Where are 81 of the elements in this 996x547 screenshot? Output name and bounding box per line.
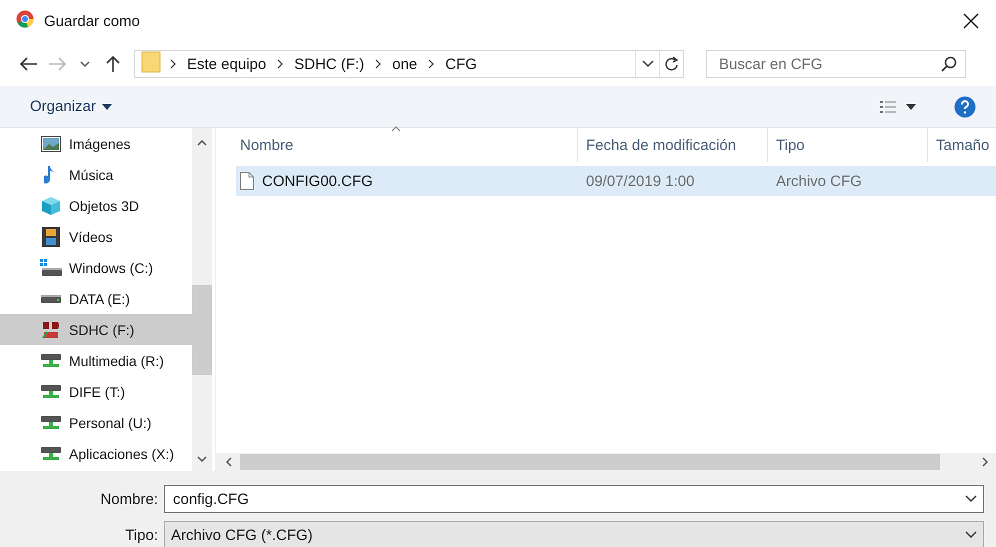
- dropdown-triangle-icon: [102, 104, 112, 110]
- chevron-icon: [276, 59, 284, 69]
- network-drive-icon: [41, 384, 61, 398]
- scrollbar-thumb[interactable]: [192, 285, 212, 375]
- close-icon: [963, 13, 979, 29]
- list-view-icon: [880, 100, 896, 114]
- sidebar-item[interactable]: Aplicaciones (X:): [0, 438, 192, 469]
- sidebar-item-label: Objetos 3D: [69, 198, 140, 214]
- sidebar-item[interactable]: DIFE (T:): [0, 376, 192, 407]
- file-type: Archivo CFG: [776, 172, 863, 190]
- chevron-right-icon: [982, 457, 988, 467]
- search-field[interactable]: Buscar en CFG: [706, 50, 966, 78]
- back-arrow-icon: [20, 57, 38, 71]
- column-header[interactable]: Fecha de modificación: [578, 128, 768, 162]
- sidebar-item[interactable]: Multimedia (R:): [0, 345, 192, 376]
- sidebar-item-label: Aplicaciones (X:): [69, 446, 174, 462]
- column-header[interactable]: Tamaño: [928, 128, 996, 162]
- sidebar-item-label: Música: [69, 166, 114, 182]
- organize-button[interactable]: Organizar: [22, 94, 120, 119]
- sidebar-item-label: Windows (C:): [69, 260, 154, 276]
- sidebar-item[interactable]: Música: [0, 159, 192, 190]
- chevron-icon: [374, 59, 382, 69]
- chevron-icon: [169, 59, 177, 69]
- scrollbar-thumb[interactable]: [240, 454, 940, 470]
- drive-icon: [41, 294, 61, 302]
- sidebar-item-label: Personal (U:): [69, 414, 152, 430]
- field-label: Tipo:: [125, 526, 159, 544]
- folder-icon: [141, 51, 161, 73]
- modified-date: 09/07/2019 1:00: [586, 172, 696, 190]
- chevron-down-icon: [80, 60, 90, 68]
- chevron-icon: [427, 59, 436, 69]
- dropdown-triangle-icon: [906, 104, 916, 110]
- network-drive-icon: [41, 354, 61, 368]
- browser-logo-icon: [16, 10, 34, 28]
- chevron-up-icon: [197, 140, 207, 146]
- sd-card-icon: [41, 320, 61, 340]
- forward-arrow-icon: [48, 57, 66, 71]
- sidebar-item-label: Multimedia (R:): [69, 352, 164, 368]
- column-header[interactable]: Tipo: [768, 128, 928, 162]
- search-icon: [941, 56, 957, 72]
- sidebar-item[interactable]: Objetos 3D: [0, 190, 192, 221]
- network-drive-icon: [41, 416, 61, 430]
- sidebar-item-label: SDHC (F:): [69, 322, 134, 338]
- windows-drive-icon: [40, 258, 62, 276]
- column-header[interactable]: Nombre: [232, 128, 578, 162]
- help-icon: [954, 96, 976, 118]
- file-name-field[interactable]: config.CFG: [164, 485, 984, 513]
- chevron-down-icon: [965, 531, 977, 539]
- up-arrow-icon: [106, 55, 120, 73]
- chevron-down-icon: [965, 495, 977, 503]
- breadcrumb[interactable]: SDHC (F:): [292, 56, 366, 72]
- sidebar-item-label: Vídeos: [69, 228, 113, 244]
- sidebar-item-label: DIFE (T:): [69, 384, 125, 400]
- refresh-icon: [664, 56, 678, 72]
- sidebar-item-label: Imágenes: [69, 136, 130, 152]
- field-label: Nombre:: [100, 490, 159, 508]
- file-icon: [240, 172, 254, 190]
- picture-frame-icon: [41, 136, 61, 152]
- file-name: CONFIG00.CFG: [262, 172, 373, 190]
- sidebar-item[interactable]: Vídeos: [0, 221, 192, 252]
- sidebar-item[interactable]: DATA (E:): [0, 283, 192, 314]
- window-title: Guardar como: [44, 12, 141, 30]
- chevron-down-icon: [197, 456, 207, 462]
- sidebar-item-label: DATA (E:): [69, 290, 130, 306]
- file-type-dropdown[interactable]: Archivo CFG (*.CFG): [164, 521, 984, 547]
- file-row[interactable]: CONFIG00.CFG 09/07/2019 1:00 Archivo CFG: [236, 166, 996, 196]
- breadcrumb[interactable]: Este equipo: [185, 56, 268, 72]
- sidebar-item[interactable]: SDHC (F:): [0, 314, 192, 345]
- film-strip-icon: [42, 226, 60, 246]
- chevron-left-icon: [226, 457, 232, 467]
- sidebar-item[interactable]: Personal (U:): [0, 407, 192, 438]
- sidebar-item[interactable]: Imágenes: [0, 128, 192, 159]
- breadcrumb[interactable]: CFG: [443, 56, 479, 72]
- network-drive-icon: [41, 446, 61, 460]
- help-button[interactable]: [954, 94, 976, 118]
- sidebar-item[interactable]: Windows (C:): [0, 252, 192, 283]
- chevron-down-icon: [642, 60, 654, 68]
- file-name-input[interactable]: config.CFG: [171, 490, 965, 508]
- search-input[interactable]: Buscar en CFG: [717, 54, 941, 74]
- breadcrumb[interactable]: one: [390, 56, 420, 72]
- cube-icon: [41, 196, 61, 216]
